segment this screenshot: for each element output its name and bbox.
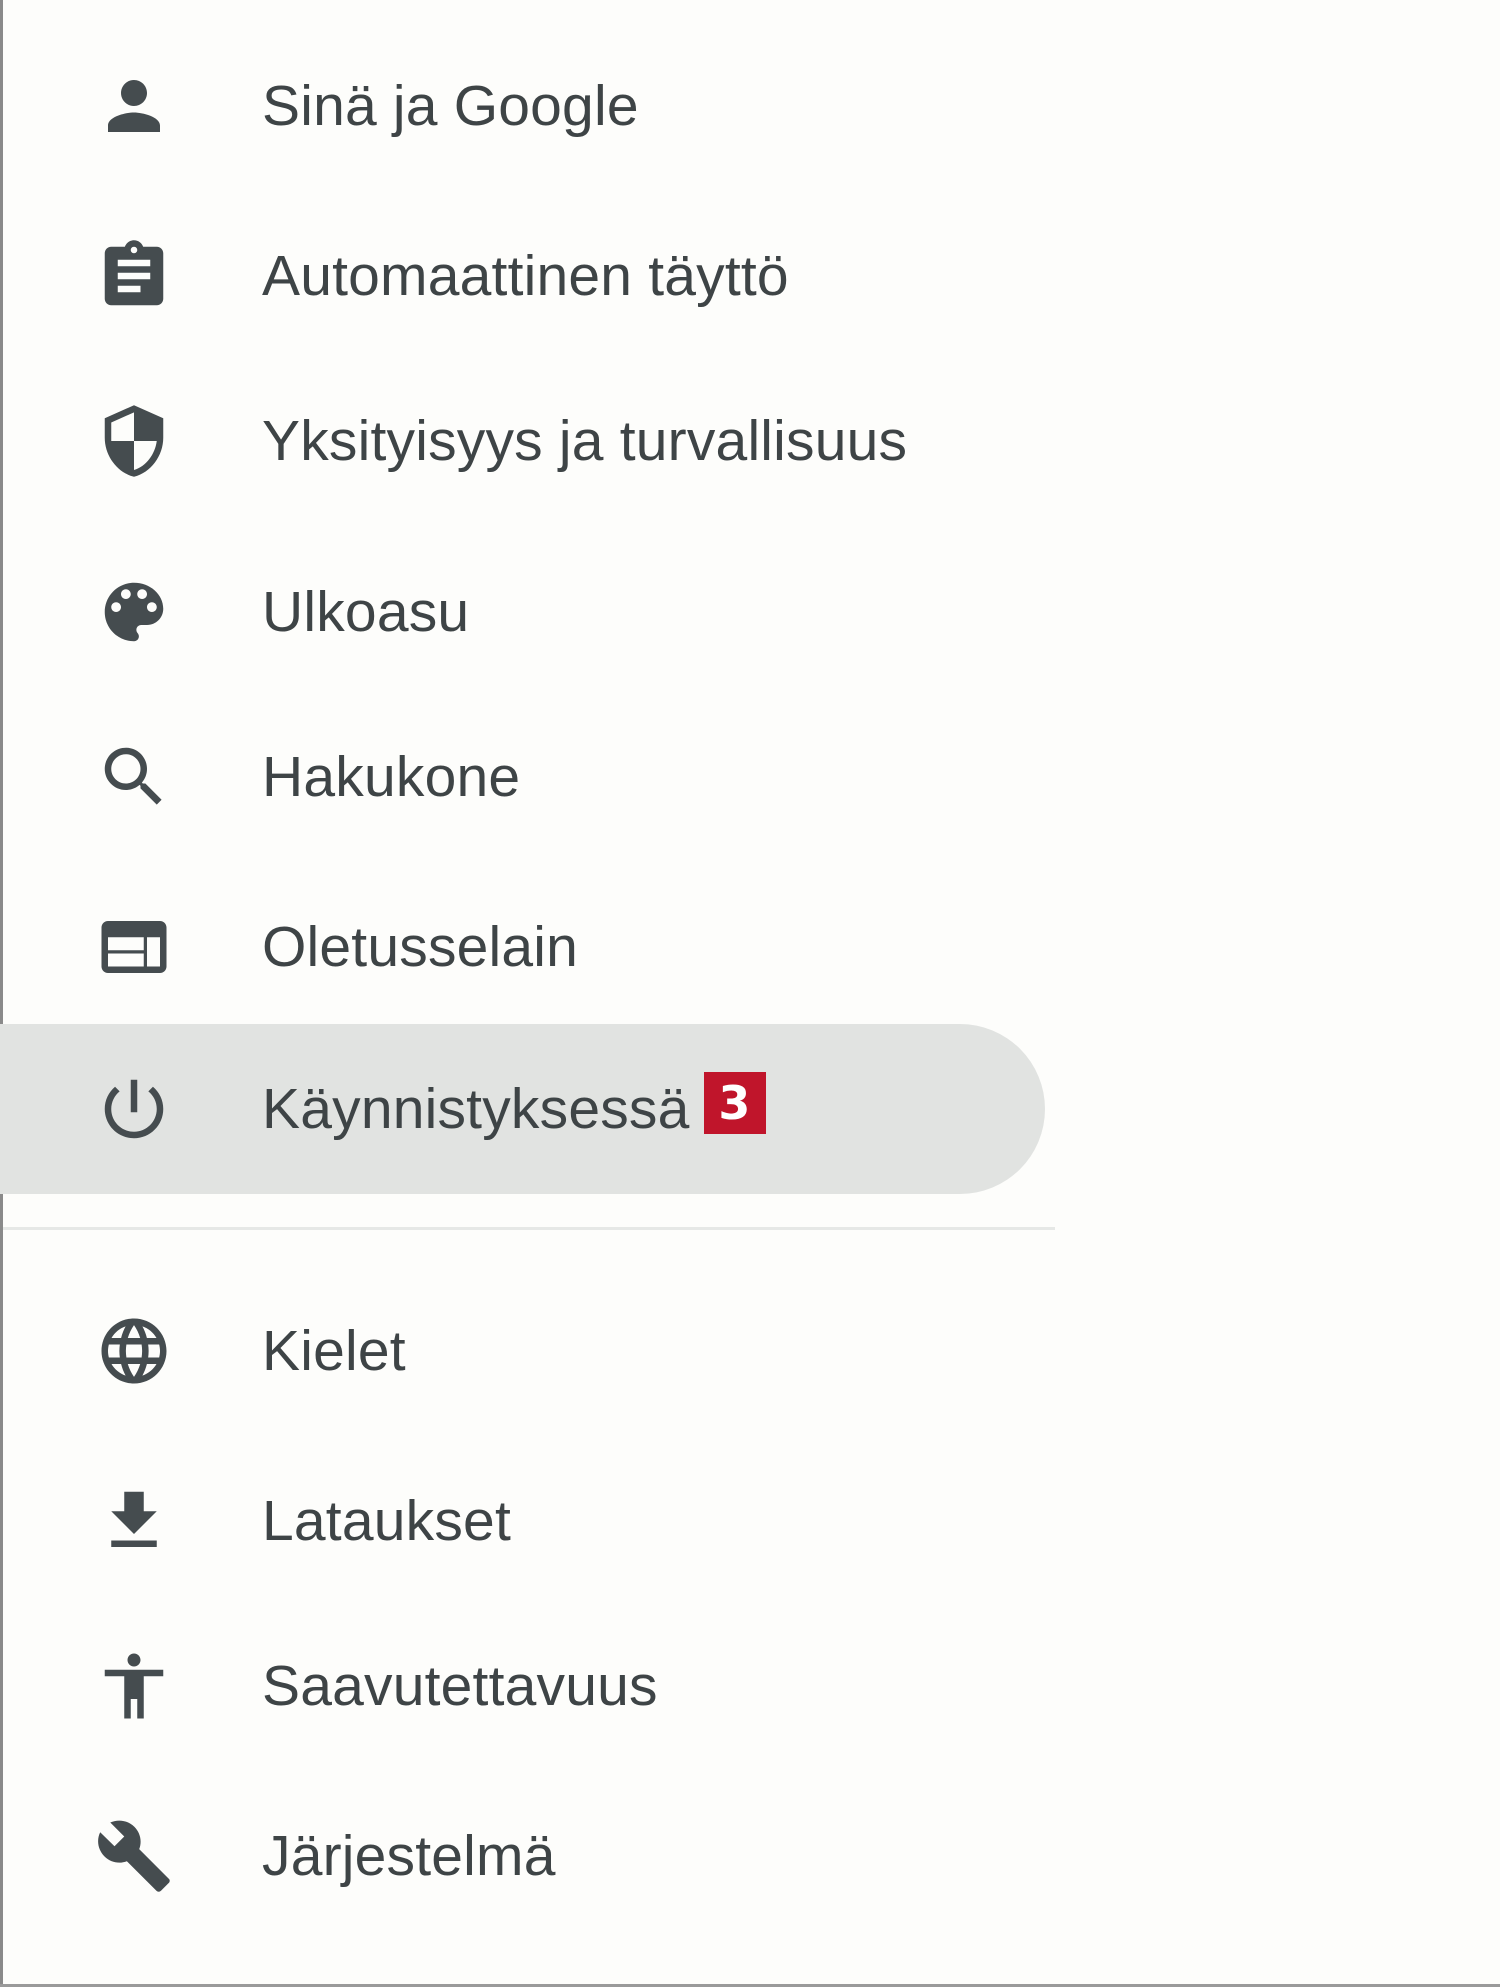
- clipboard-icon: [92, 234, 176, 318]
- globe-icon: [92, 1309, 176, 1393]
- sidebar-item-on-startup[interactable]: Käynnistyksessä 3: [0, 1024, 1045, 1194]
- sidebar-item-downloads[interactable]: Lataukset: [0, 1436, 1045, 1606]
- browser-window-icon: [92, 905, 176, 989]
- sidebar-item-privacy-and-security[interactable]: Yksityisyys ja turvallisuus: [0, 356, 1045, 526]
- sidebar-item-label: Käynnistyksessä 3: [262, 1072, 766, 1142]
- sidebar-item-label: Sinä ja Google: [262, 74, 639, 138]
- sidebar-item-label: Järjestelmä: [262, 1824, 556, 1888]
- sidebar-item-label: Kielet: [262, 1319, 406, 1383]
- power-icon: [92, 1067, 176, 1151]
- download-icon: [92, 1479, 176, 1563]
- search-icon: [92, 735, 176, 819]
- sidebar-item-label: Hakukone: [262, 745, 521, 809]
- sidebar-item-appearance[interactable]: Ulkoasu: [0, 527, 1045, 697]
- sidebar-item-label: Saavutettavuus: [262, 1654, 658, 1718]
- sidebar-item-languages[interactable]: Kielet: [0, 1266, 1045, 1436]
- sidebar-item-label: Automaattinen täyttö: [262, 244, 789, 308]
- sidebar-item-you-and-google[interactable]: Sinä ja Google: [0, 21, 1045, 191]
- section-divider: [3, 1227, 1055, 1230]
- sidebar-item-label-text: Käynnistyksessä: [262, 1077, 690, 1141]
- palette-icon: [92, 570, 176, 654]
- sidebar-item-label: Ulkoasu: [262, 580, 470, 644]
- sidebar-item-accessibility[interactable]: Saavutettavuus: [0, 1601, 1045, 1771]
- accessibility-icon: [92, 1644, 176, 1728]
- sidebar-item-label: Oletusselain: [262, 915, 579, 979]
- wrench-icon: [92, 1814, 176, 1898]
- sidebar-item-label: Lataukset: [262, 1489, 511, 1553]
- settings-sidebar: Sinä ja Google Automaattinen täyttö Yksi…: [0, 0, 1060, 1987]
- annotation-badge: 3: [703, 1072, 766, 1134]
- sidebar-item-label: Yksityisyys ja turvallisuus: [262, 409, 908, 473]
- sidebar-item-search-engine[interactable]: Hakukone: [0, 692, 1045, 862]
- sidebar-item-default-browser[interactable]: Oletusselain: [0, 862, 1045, 1032]
- sidebar-item-system[interactable]: Järjestelmä: [0, 1771, 1045, 1941]
- person-icon: [92, 64, 176, 148]
- sidebar-item-autofill[interactable]: Automaattinen täyttö: [0, 191, 1045, 361]
- shield-icon: [92, 399, 176, 483]
